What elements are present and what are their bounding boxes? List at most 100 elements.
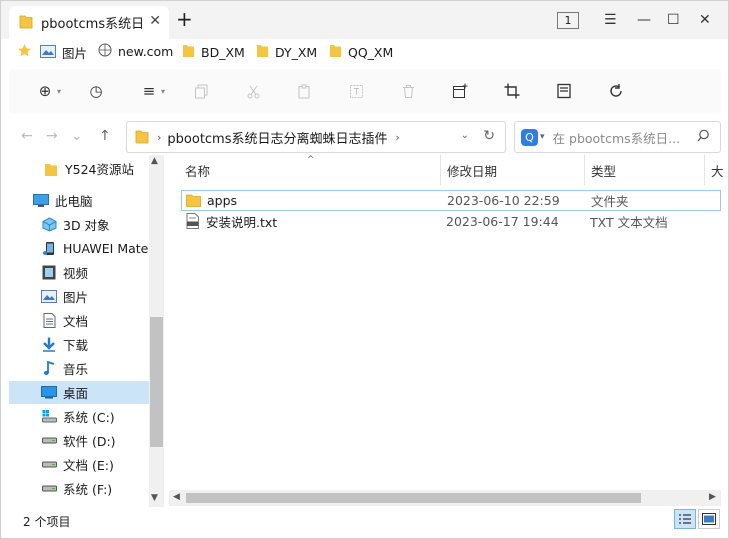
file-list: ^ 名称 修改日期 类型 大 apps 2023-06-10 22:59 文件夹… <box>169 155 724 495</box>
new-folder-icon[interactable] <box>450 81 470 101</box>
sidebar-item-drive-f[interactable]: 系统 (F:) <box>9 477 149 500</box>
sidebar-item-desktop[interactable]: 桌面 <box>9 381 149 404</box>
sidebar-item-this-pc[interactable]: 此电脑 <box>9 189 149 212</box>
breadcrumb-path[interactable]: pbootcms系统日志分离蜘蛛日志插件b... <box>167 128 387 147</box>
tab-current[interactable]: pbootcms系统日 ✕ <box>9 6 169 39</box>
sidebar-item-drive-c[interactable]: 系统 (C:) <box>9 405 149 428</box>
chevron-down-icon[interactable]: ⌄ <box>461 130 469 141</box>
maximize-button[interactable]: ☐ <box>667 11 680 29</box>
sync-icon[interactable] <box>606 81 626 101</box>
bookmark-label: BD_XM <box>201 44 245 60</box>
bookmark-dy-xm[interactable]: DY_XM <box>256 43 317 61</box>
bookmark-qq-xm[interactable]: QQ_XM <box>329 43 393 61</box>
sidebar-item-videos[interactable]: 视频 <box>9 261 149 284</box>
file-type: TXT 文本文档 <box>590 215 668 230</box>
recent-dropdown[interactable]: ⌄ <box>71 128 83 144</box>
file-name[interactable]: 安装说明.txt <box>206 212 277 231</box>
file-name[interactable]: apps <box>207 193 237 208</box>
chevron-down-icon[interactable]: ▾ <box>161 87 165 96</box>
video-icon <box>41 265 57 281</box>
drive-icon <box>41 409 57 425</box>
bookmark-label: 图片 <box>62 46 88 61</box>
view-menu-icon[interactable]: ≡ <box>139 81 159 101</box>
menu-icon[interactable]: ☰ <box>604 11 617 29</box>
column-header-type[interactable]: 类型 <box>591 155 616 185</box>
chevron-down-icon[interactable]: ▾ <box>57 87 61 96</box>
column-divider[interactable] <box>440 155 441 185</box>
search-box[interactable]: Q ▾ 在 pbootcms系统日... <box>514 121 721 153</box>
bookmark-label: new.com <box>118 44 174 59</box>
drive-icon <box>41 433 57 449</box>
item-count: 2 个项目 <box>23 515 71 529</box>
column-header-size[interactable]: 大 <box>711 155 724 185</box>
star-icon[interactable] <box>17 43 32 61</box>
drive-icon <box>41 481 57 497</box>
details-view-icon <box>679 514 691 524</box>
tab-count-badge[interactable]: 1 <box>557 12 579 29</box>
scroll-left-arrow[interactable]: ◀ <box>173 492 180 502</box>
minimize-button[interactable]: — <box>637 11 651 29</box>
bookmark-pictures[interactable]: 图片 <box>40 43 87 62</box>
sidebar-item-drive-d[interactable]: 软件 (D:) <box>9 429 149 452</box>
sidebar-item-pictures[interactable]: 图片 <box>9 285 149 308</box>
sidebar-item-label: 系统 (F:) <box>63 482 113 497</box>
sidebar-item-y524[interactable]: Y524资源站 <box>9 157 149 180</box>
breadcrumb-separator[interactable]: › <box>157 131 161 144</box>
column-divider[interactable] <box>584 155 585 185</box>
column-header-name[interactable]: 名称 <box>185 155 210 185</box>
chevron-down-icon[interactable]: ▾ <box>540 132 545 142</box>
search-icon[interactable] <box>697 129 710 146</box>
table-row[interactable]: 安装说明.txt 2023-06-17 19:44 TXT 文本文档 <box>181 211 721 232</box>
close-window-button[interactable]: ✕ <box>699 11 711 29</box>
new-tab-button[interactable]: + <box>176 9 193 29</box>
sort-ascending-icon: ^ <box>307 155 315 165</box>
bookmark-new-com[interactable]: new.com <box>98 43 173 60</box>
scroll-right-arrow[interactable]: ▶ <box>709 492 716 502</box>
sidebar-item-downloads[interactable]: 下载 <box>9 333 149 356</box>
forward-button[interactable]: → <box>46 128 58 144</box>
history-icon[interactable]: ◷ <box>86 81 106 101</box>
scrollbar-thumb[interactable] <box>150 317 163 447</box>
folder-icon <box>182 43 195 61</box>
up-button[interactable]: ↑ <box>99 128 111 144</box>
sidebar-item-huawei[interactable]: HUAWEI Mate <box>9 237 149 260</box>
folder-icon <box>329 43 342 61</box>
sidebar-item-label: 音乐 <box>63 362 89 377</box>
picture-icon <box>41 289 57 305</box>
column-header-modified[interactable]: 修改日期 <box>447 155 497 185</box>
phone-icon <box>41 241 57 257</box>
navigation-scrollbar[interactable]: ▲ ▼ <box>149 155 164 507</box>
preview-view-icon <box>702 513 716 525</box>
delete-icon <box>398 81 418 101</box>
search-input[interactable]: 在 pbootcms系统日... <box>553 128 683 147</box>
sidebar-item-music[interactable]: 音乐 <box>9 357 149 380</box>
back-button[interactable]: ← <box>21 128 33 144</box>
bookmark-bd-xm[interactable]: BD_XM <box>182 43 245 61</box>
sidebar-item-documents[interactable]: 文档 <box>9 309 149 332</box>
address-bar[interactable]: › pbootcms系统日志分离蜘蛛日志插件b... › ⌄ ↻ <box>126 121 506 153</box>
crop-icon[interactable] <box>502 81 522 101</box>
sidebar-item-3d-objects[interactable]: 3D 对象 <box>9 213 149 236</box>
folder-icon <box>43 161 59 177</box>
scroll-up-arrow[interactable]: ▲ <box>151 156 158 166</box>
preview-view-button[interactable] <box>698 509 720 529</box>
refresh-icon[interactable]: ↻ <box>483 128 495 144</box>
sidebar-item-label: 文档 (E:) <box>63 458 114 473</box>
list-horizontal-scrollbar[interactable]: ◀ ▶ <box>169 490 721 506</box>
column-divider[interactable] <box>704 155 705 185</box>
sidebar-item-label: 桌面 <box>63 386 89 401</box>
archive-icon[interactable] <box>554 81 574 101</box>
search-engine-icon[interactable]: Q <box>521 128 538 146</box>
scroll-down-arrow[interactable]: ▼ <box>151 493 158 503</box>
drive-icon <box>41 457 57 473</box>
file-modified: 2023-06-10 22:59 <box>447 193 560 208</box>
breadcrumb-separator[interactable]: › <box>395 131 399 144</box>
sidebar-item-label: 软件 (D:) <box>63 434 116 449</box>
close-tab-icon[interactable]: ✕ <box>149 13 161 29</box>
new-item-icon[interactable]: ⊕ <box>35 81 55 101</box>
table-row[interactable]: apps 2023-06-10 22:59 文件夹 <box>181 190 721 211</box>
sidebar-item-drive-e[interactable]: 文档 (E:) <box>9 453 149 476</box>
scrollbar-thumb[interactable] <box>186 493 641 503</box>
details-view-button[interactable] <box>674 509 696 529</box>
desktop-icon <box>41 385 57 401</box>
